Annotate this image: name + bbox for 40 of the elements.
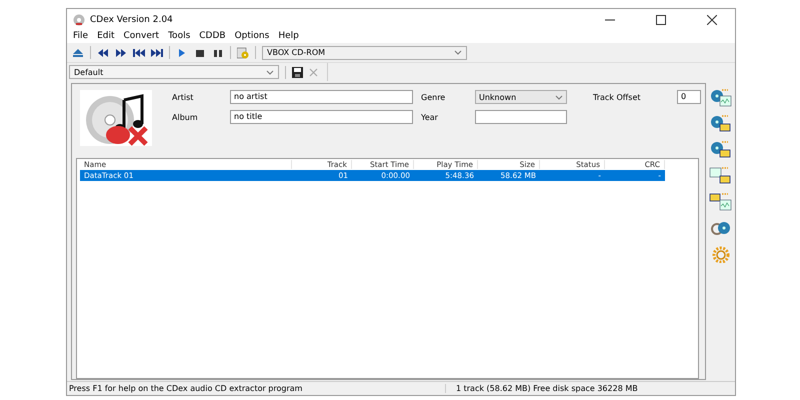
field-label: Artist xyxy=(172,92,194,102)
file-to-wave-icon[interactable] xyxy=(708,191,732,211)
menu-item[interactable]: Options xyxy=(234,31,270,41)
menu-item[interactable]: File xyxy=(73,31,88,41)
eject-icon[interactable] xyxy=(72,46,84,58)
cd-to-file-icon[interactable] xyxy=(708,113,732,133)
input-field[interactable] xyxy=(475,110,567,124)
app-icon xyxy=(73,14,85,26)
chevron-icon xyxy=(266,70,274,74)
chevron-icon xyxy=(454,50,462,55)
cd-info-icon[interactable] xyxy=(237,46,249,58)
menu-item[interactable]: Convert xyxy=(124,31,160,41)
field-label: Track Offset xyxy=(593,92,642,102)
genre-dropdown[interactable]: Unknown xyxy=(475,90,567,104)
field-label: Album xyxy=(172,112,199,122)
status-text: 1 track (58.62 MB) Free disk space 36228 MB xyxy=(455,384,639,393)
menu-item[interactable]: CDDB xyxy=(199,31,226,41)
next-track-icon[interactable] xyxy=(151,46,163,58)
input-field[interactable]: no title xyxy=(230,110,413,124)
menu-item[interactable]: Help xyxy=(278,31,299,41)
status-text: Press F1 for help on the CDex audio CD extractor program xyxy=(67,384,446,393)
input-field[interactable]: no artist xyxy=(230,90,413,104)
menu-item[interactable]: Edit xyxy=(97,31,114,41)
field-label: Genre xyxy=(421,92,446,102)
maximize-icon xyxy=(656,14,666,24)
wave-to-file-icon[interactable] xyxy=(708,165,732,185)
previous-track-icon[interactable] xyxy=(133,46,145,58)
cd-to-wave-icon[interactable] xyxy=(708,87,732,107)
field-label: Year xyxy=(421,112,439,122)
close-icon xyxy=(707,14,717,24)
rewind-icon[interactable] xyxy=(97,46,109,58)
menu-item[interactable]: Tools xyxy=(168,31,190,41)
cd-to-file-icon[interactable] xyxy=(708,139,732,159)
fast-forward-icon[interactable] xyxy=(115,46,127,58)
input-field[interactable]: 0 xyxy=(677,90,701,104)
window-title: CDex Version 2.04 xyxy=(90,14,174,24)
profile-dropdown[interactable]: Default xyxy=(69,65,279,79)
drive-dropdown[interactable]: VBOX CD-ROM xyxy=(262,46,467,60)
chevron-icon xyxy=(555,94,563,100)
save-icon[interactable] xyxy=(292,66,303,78)
